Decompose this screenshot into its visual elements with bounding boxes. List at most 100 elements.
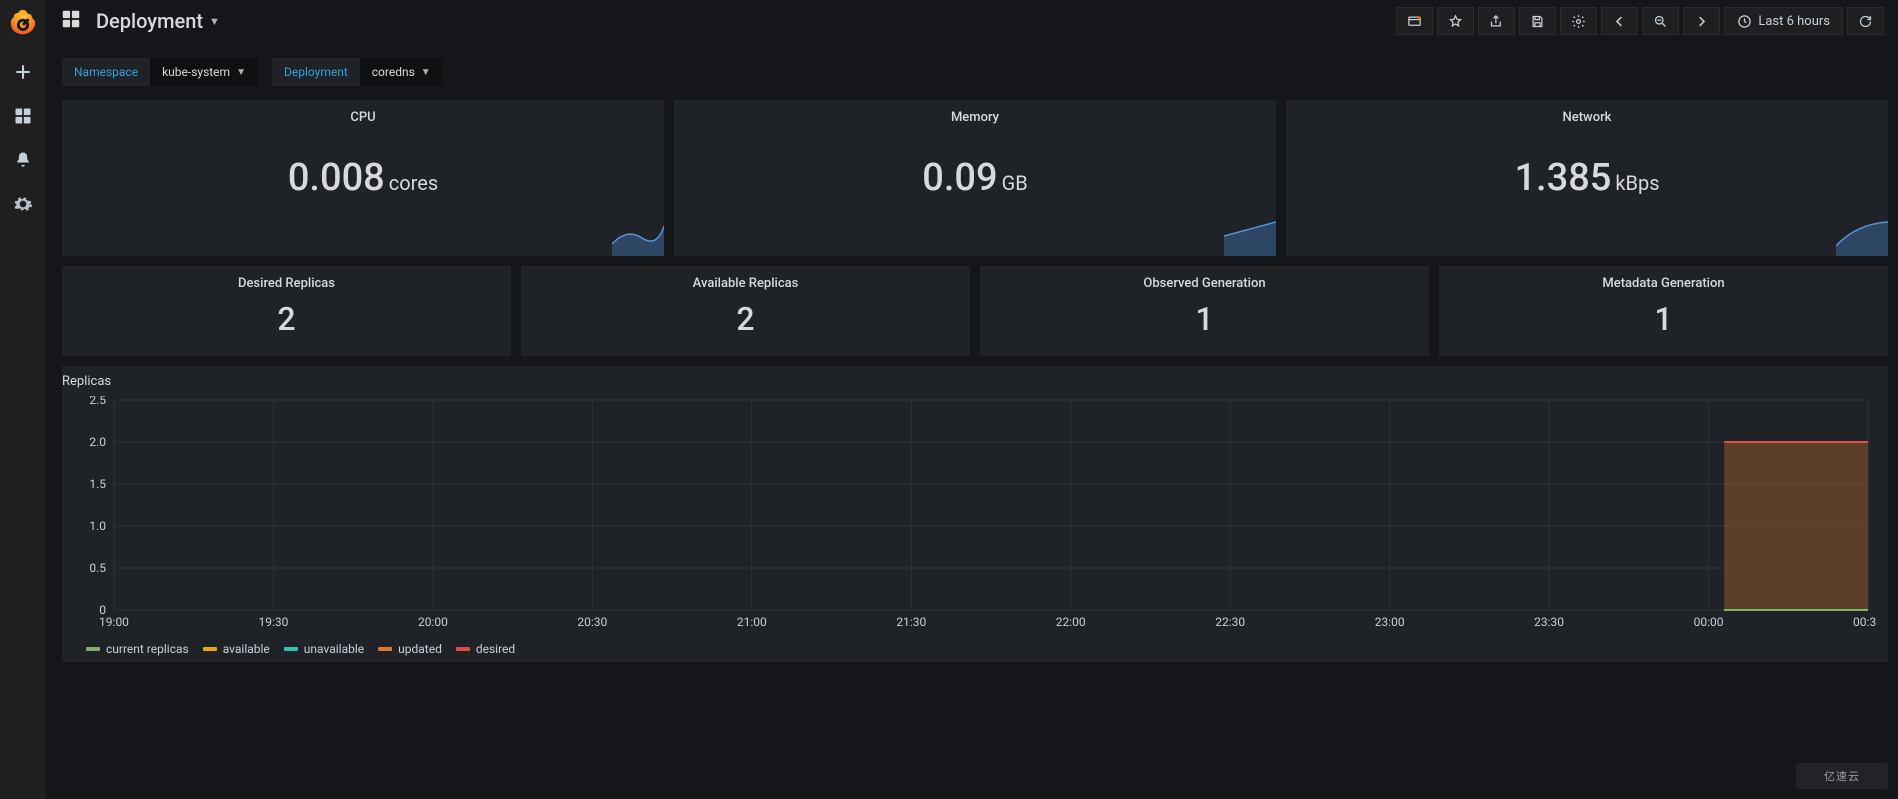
stat-number: 0.09	[922, 156, 997, 200]
bell-icon[interactable]	[11, 148, 35, 172]
var-value-dropdown[interactable]: coredns ▼	[360, 58, 443, 86]
sparkline	[1836, 216, 1888, 256]
var-namespace: Namespace kube-system ▼	[62, 58, 258, 86]
var-label: Deployment	[272, 58, 360, 86]
svg-text:21:30: 21:30	[896, 615, 926, 629]
svg-text:19:00: 19:00	[99, 615, 129, 629]
svg-text:00:00: 00:00	[1694, 615, 1724, 629]
share-button[interactable]	[1478, 7, 1515, 35]
time-forward-button[interactable]	[1683, 7, 1720, 35]
topbar: Deployment ▼ Last 6 hours	[46, 0, 1898, 42]
var-value: coredns	[372, 65, 415, 79]
panel-value: 2	[521, 282, 970, 356]
stat-number: 0.008	[288, 156, 385, 200]
side-rail	[0, 0, 46, 799]
stat-number: 2	[277, 300, 295, 338]
plus-icon[interactable]	[11, 60, 35, 84]
legend-item[interactable]: current replicas	[86, 642, 189, 656]
var-label: Namespace	[62, 58, 150, 86]
chart-legend: current replicas available unavailable upda…	[86, 642, 515, 656]
var-value-dropdown[interactable]: kube-system ▼	[150, 58, 258, 86]
panel-title: Replicas	[62, 366, 1888, 389]
dashboards-icon[interactable]	[11, 104, 35, 128]
grafana-logo[interactable]	[6, 6, 40, 40]
legend-swatch	[86, 647, 100, 651]
dashboard-title: Deployment	[96, 9, 203, 33]
legend-item[interactable]: available	[203, 642, 270, 656]
row-small: Desired Replicas 2 Available Replicas 2 …	[62, 266, 1888, 356]
panel-metadata-generation[interactable]: Metadata Generation 1	[1439, 266, 1888, 356]
panel-value: 1	[980, 282, 1429, 356]
add-panel-button[interactable]	[1396, 7, 1433, 35]
svg-text:0.5: 0.5	[89, 561, 106, 575]
svg-text:22:00: 22:00	[1056, 615, 1086, 629]
gear-icon[interactable]	[11, 192, 35, 216]
svg-text:20:00: 20:00	[418, 615, 448, 629]
panel-available-replicas[interactable]: Available Replicas 2	[521, 266, 970, 356]
svg-text:22:30: 22:30	[1215, 615, 1245, 629]
panel-cpu[interactable]: CPU 0.008 cores	[62, 100, 664, 256]
legend-item[interactable]: desired	[456, 642, 515, 656]
legend-swatch	[203, 647, 217, 651]
svg-text:23:30: 23:30	[1534, 615, 1564, 629]
stat-unit: GB	[1002, 171, 1028, 195]
svg-text:1.5: 1.5	[89, 477, 106, 491]
svg-text:21:00: 21:00	[737, 615, 767, 629]
stat-number: 2	[736, 300, 754, 338]
dashboard-icon[interactable]	[60, 8, 82, 34]
dashboard-grid: CPU 0.008 cores Memory 0.09 GB Network 1…	[62, 100, 1888, 662]
time-range-picker[interactable]: Last 6 hours	[1724, 7, 1843, 35]
zoom-out-button[interactable]	[1642, 7, 1679, 35]
caret-down-icon: ▼	[421, 67, 431, 78]
legend-swatch	[456, 647, 470, 651]
panel-observed-generation[interactable]: Observed Generation 1	[980, 266, 1429, 356]
panel-network[interactable]: Network 1.385 kBps	[1286, 100, 1888, 256]
legend-swatch	[284, 647, 298, 651]
caret-down-icon: ▼	[209, 15, 220, 28]
caret-down-icon: ▼	[236, 67, 246, 78]
topbar-actions: Last 6 hours	[1396, 7, 1884, 35]
panel-value: 2	[62, 282, 511, 356]
svg-text:00:30: 00:30	[1853, 615, 1876, 629]
watermark-text: 亿速云	[1824, 768, 1860, 784]
row-big: CPU 0.008 cores Memory 0.09 GB Network 1…	[62, 100, 1888, 256]
panel-desired-replicas[interactable]: Desired Replicas 2	[62, 266, 511, 356]
panel-value: 0.09 GB	[674, 100, 1276, 256]
svg-text:1.0: 1.0	[89, 519, 106, 533]
stat-unit: cores	[389, 171, 438, 195]
sparkline	[1224, 216, 1276, 256]
settings-button[interactable]	[1560, 7, 1597, 35]
svg-text:19:30: 19:30	[259, 615, 289, 629]
stat-number: 1	[1654, 300, 1672, 338]
time-back-button[interactable]	[1601, 7, 1638, 35]
legend-item[interactable]: updated	[378, 642, 442, 656]
panel-value: 1.385 kBps	[1286, 100, 1888, 256]
dashboard-title-dropdown[interactable]: Deployment ▼	[96, 9, 220, 33]
sparkline	[612, 216, 664, 256]
legend-label: updated	[398, 642, 442, 656]
watermark: 亿速云	[1796, 763, 1888, 789]
svg-text:2.0: 2.0	[89, 435, 106, 449]
panel-value: 0.008 cores	[62, 100, 664, 256]
var-deployment: Deployment coredns ▼	[272, 58, 443, 86]
stat-number: 1	[1195, 300, 1213, 338]
stat-unit: kBps	[1615, 171, 1659, 195]
star-button[interactable]	[1437, 7, 1474, 35]
refresh-button[interactable]	[1847, 7, 1884, 35]
variable-bar: Namespace kube-system ▼ Deployment cored…	[62, 58, 443, 86]
save-button[interactable]	[1519, 7, 1556, 35]
chart-area: 00.51.01.52.02.519:0019:3020:0020:3021:0…	[74, 396, 1876, 634]
svg-text:2.5: 2.5	[89, 396, 106, 407]
stat-number: 1.385	[1514, 156, 1611, 200]
panel-memory[interactable]: Memory 0.09 GB	[674, 100, 1276, 256]
svg-text:20:30: 20:30	[577, 615, 607, 629]
legend-label: current replicas	[106, 642, 189, 656]
panel-replicas-chart[interactable]: Replicas 00.51.01.52.02.519:0019:3020:00…	[62, 366, 1888, 662]
panel-value: 1	[1439, 282, 1888, 356]
var-value: kube-system	[162, 65, 230, 79]
svg-text:23:00: 23:00	[1375, 615, 1405, 629]
time-range-label: Last 6 hours	[1758, 14, 1830, 29]
legend-swatch	[378, 647, 392, 651]
legend-item[interactable]: unavailable	[284, 642, 364, 656]
legend-label: available	[223, 642, 270, 656]
